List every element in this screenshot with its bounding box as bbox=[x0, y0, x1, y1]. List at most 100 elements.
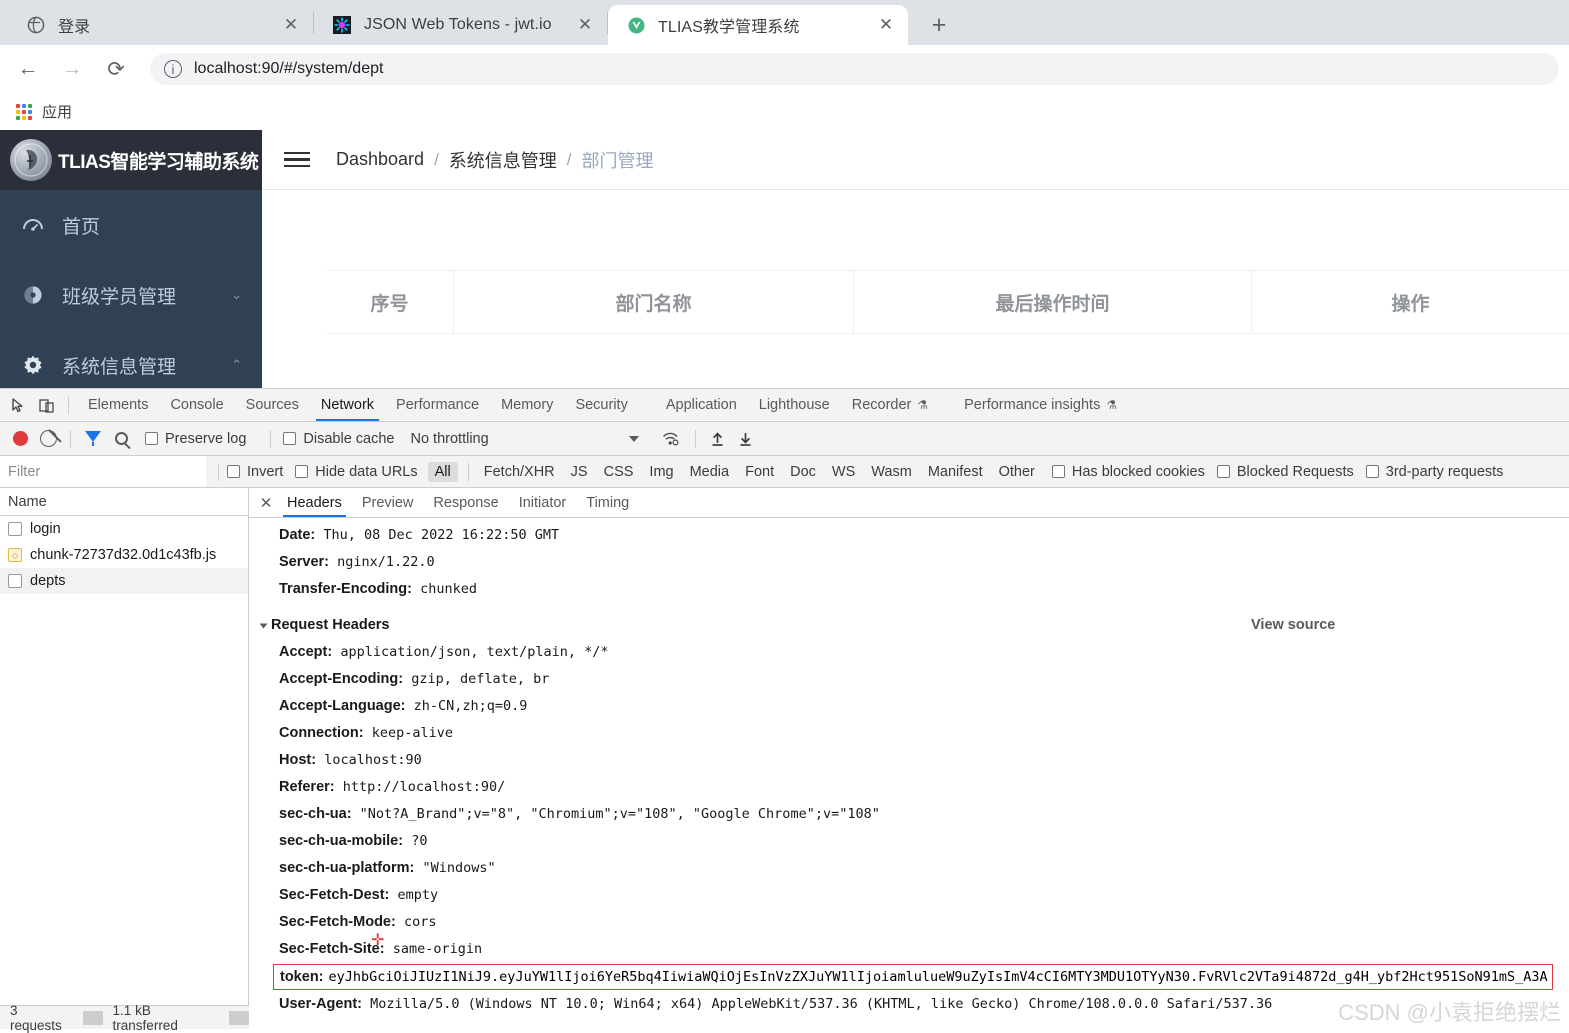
apps-shortcut-label: 应用 bbox=[42, 101, 72, 122]
app-logo: TLIAS智能学习辅助系统 bbox=[0, 130, 262, 190]
header-name: Referer: bbox=[279, 779, 335, 795]
address-bar[interactable]: i localhost:90/#/system/dept bbox=[150, 53, 1559, 85]
tab-performance[interactable]: Performance bbox=[385, 389, 490, 421]
filter-type-all[interactable]: All bbox=[428, 462, 458, 482]
breadcrumb-item-dashboard[interactable]: Dashboard bbox=[336, 149, 424, 170]
export-har-icon[interactable] bbox=[732, 426, 760, 452]
web-page: TLIAS智能学习辅助系统 首页 班级学员管理 bbox=[0, 130, 1569, 390]
app-sidebar: TLIAS智能学习辅助系统 首页 班级学员管理 bbox=[0, 130, 262, 390]
class-icon bbox=[22, 284, 50, 306]
filter-type-font[interactable]: Font bbox=[738, 462, 781, 482]
request-name: login bbox=[30, 521, 61, 537]
tab-performance-insights[interactable]: Performance insights ⚗ bbox=[953, 389, 1128, 421]
chevron-down-icon[interactable] bbox=[260, 623, 268, 628]
blocked-requests-checkbox[interactable]: Blocked Requests bbox=[1217, 464, 1354, 480]
tab-security[interactable]: Security bbox=[564, 389, 638, 421]
filter-type-img[interactable]: Img bbox=[642, 462, 680, 482]
browser-chrome: 登录 ✕ JSON Web Tokens - jwt.io ✕ bbox=[0, 0, 1569, 130]
address-bar-value: localhost:90/#/system/dept bbox=[194, 60, 383, 78]
new-tab-button[interactable]: + bbox=[922, 8, 956, 42]
search-icon[interactable] bbox=[107, 426, 135, 452]
filter-type-doc[interactable]: Doc bbox=[783, 462, 823, 482]
tab-sources[interactable]: Sources bbox=[235, 389, 310, 421]
tab-application[interactable]: Application bbox=[655, 389, 748, 421]
invert-checkbox[interactable]: Invert bbox=[227, 464, 283, 480]
filter-type-manifest[interactable]: Manifest bbox=[921, 462, 990, 482]
controls-divider bbox=[70, 430, 71, 448]
list-item[interactable]: ◇ chunk-72737d32.0d1c43fb.js bbox=[0, 542, 248, 568]
browser-toolbar: ← → ⟳ i localhost:90/#/system/dept bbox=[0, 45, 1569, 93]
inspect-element-icon[interactable] bbox=[4, 392, 32, 418]
filter-type-wasm[interactable]: Wasm bbox=[864, 462, 919, 482]
disable-cache-checkbox[interactable]: Disable cache bbox=[283, 431, 394, 447]
preserve-log-checkbox[interactable]: Preserve log bbox=[145, 431, 246, 447]
filter-input[interactable] bbox=[0, 456, 206, 487]
subtab-response[interactable]: Response bbox=[423, 488, 508, 517]
sidebar-item-home[interactable]: 首页 bbox=[0, 190, 262, 260]
forward-button[interactable]: → bbox=[54, 51, 90, 87]
close-icon[interactable]: ✕ bbox=[255, 494, 277, 512]
tab-elements[interactable]: Elements bbox=[77, 389, 159, 421]
view-source-link[interactable]: View source bbox=[1251, 612, 1335, 639]
sidebar-toggle-icon[interactable] bbox=[284, 148, 310, 172]
header-name: Accept-Encoding: bbox=[279, 671, 403, 687]
tab-performance-insights-label: Performance insights bbox=[964, 397, 1100, 413]
breadcrumb-separator: / bbox=[567, 150, 572, 170]
header-name: sec-ch-ua-platform: bbox=[279, 860, 414, 876]
request-headers-section[interactable]: Request Headers View source bbox=[261, 612, 1569, 639]
header-row-sec-ch-ua: sec-ch-ua: "Not?A_Brand";v="8", "Chromiu… bbox=[261, 801, 1569, 828]
third-party-requests-checkbox[interactable]: 3rd-party requests bbox=[1366, 464, 1504, 480]
header-row-sec-fetch-site: Sec-Fetch-Site: same-origin bbox=[261, 936, 1569, 963]
has-blocked-cookies-checkbox[interactable]: Has blocked cookies bbox=[1052, 464, 1205, 480]
filter-type-media[interactable]: Media bbox=[683, 462, 737, 482]
breadcrumb-item-system[interactable]: 系统信息管理 bbox=[449, 147, 557, 173]
header-value: application/json, text/plain, */* bbox=[340, 644, 608, 660]
browser-tab-title: TLIAS教学管理系统 bbox=[658, 13, 860, 37]
browser-tab-1[interactable]: 登录 ✕ bbox=[8, 5, 313, 45]
tab-memory[interactable]: Memory bbox=[490, 389, 564, 421]
import-har-icon[interactable] bbox=[704, 426, 732, 452]
browser-tab-3[interactable]: TLIAS教学管理系统 ✕ bbox=[608, 5, 908, 45]
request-list-panel: Name login ◇ chunk-72737d32.0d1c43fb.js … bbox=[0, 488, 249, 1029]
tab-lighthouse[interactable]: Lighthouse bbox=[748, 389, 841, 421]
filter-type-js[interactable]: JS bbox=[564, 462, 595, 482]
transferred-size: 1.1 kB transferred bbox=[103, 1003, 229, 1033]
throttling-select[interactable]: No throttling bbox=[410, 431, 488, 447]
record-button[interactable] bbox=[6, 426, 34, 452]
flask-icon: ⚗ bbox=[917, 398, 928, 412]
preserve-log-label: Preserve log bbox=[165, 431, 246, 447]
table-column-index: 序号 bbox=[326, 271, 454, 333]
tab-recorder[interactable]: Recorder ⚗ bbox=[841, 389, 939, 421]
reload-button[interactable]: ⟳ bbox=[98, 51, 134, 87]
subtab-timing[interactable]: Timing bbox=[576, 488, 639, 517]
devtools-panel: Elements Console Sources Network Perform… bbox=[0, 388, 1569, 1029]
filter-type-other[interactable]: Other bbox=[992, 462, 1042, 482]
filter-type-fetch-xhr[interactable]: Fetch/XHR bbox=[477, 462, 562, 482]
sidebar-item-class-student[interactable]: 班级学员管理 ⌄ bbox=[0, 260, 262, 330]
subtab-headers[interactable]: Headers bbox=[277, 488, 352, 517]
filter-icon[interactable] bbox=[79, 426, 107, 452]
chevron-down-icon[interactable] bbox=[629, 436, 639, 442]
apps-shortcut[interactable]: 应用 bbox=[16, 101, 72, 122]
back-button[interactable]: ← bbox=[10, 51, 46, 87]
close-icon[interactable]: ✕ bbox=[874, 13, 898, 37]
device-toolbar-icon[interactable] bbox=[32, 392, 60, 418]
subtab-preview[interactable]: Preview bbox=[352, 488, 424, 517]
list-item[interactable]: login bbox=[0, 516, 248, 542]
clear-button[interactable] bbox=[34, 426, 62, 452]
browser-tab-2[interactable]: JSON Web Tokens - jwt.io ✕ bbox=[314, 5, 607, 45]
tab-network[interactable]: Network bbox=[310, 389, 385, 421]
close-icon[interactable]: ✕ bbox=[573, 13, 597, 37]
request-list-header: Name bbox=[0, 488, 248, 516]
filter-type-css[interactable]: CSS bbox=[597, 462, 641, 482]
close-icon[interactable]: ✕ bbox=[279, 13, 303, 37]
list-item[interactable]: depts bbox=[0, 568, 248, 594]
tab-console[interactable]: Console bbox=[159, 389, 234, 421]
chevron-down-icon: ⌄ bbox=[231, 287, 242, 303]
filterbar-divider bbox=[468, 463, 469, 481]
filter-type-ws[interactable]: WS bbox=[825, 462, 862, 482]
site-info-icon[interactable]: i bbox=[164, 60, 182, 78]
network-conditions-icon[interactable] bbox=[657, 426, 685, 452]
subtab-initiator[interactable]: Initiator bbox=[509, 488, 577, 517]
hide-data-urls-checkbox[interactable]: Hide data URLs bbox=[295, 464, 417, 480]
